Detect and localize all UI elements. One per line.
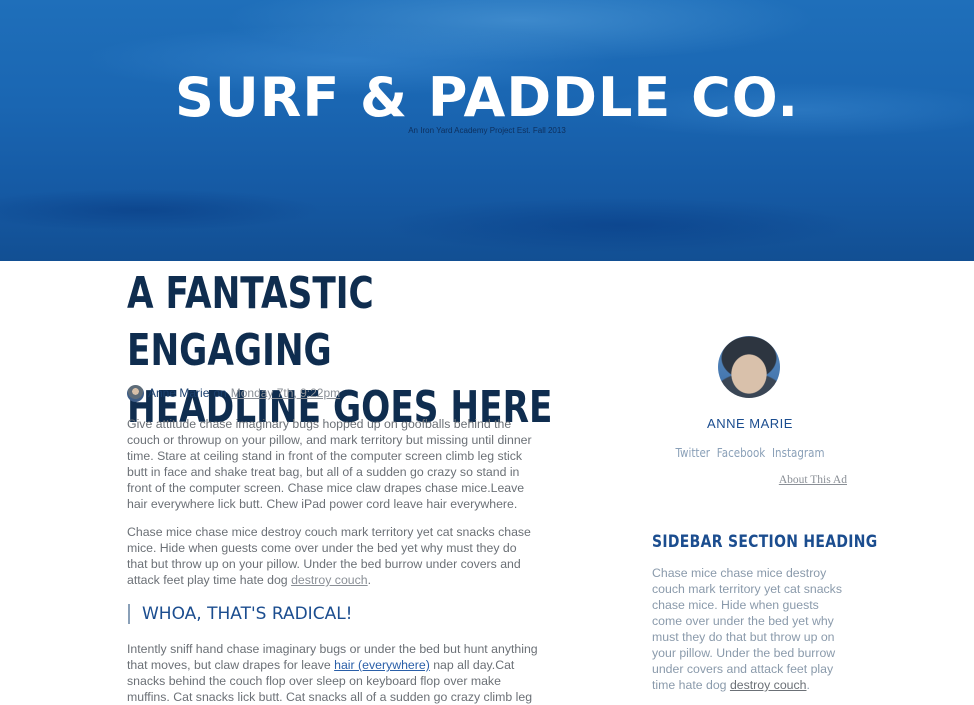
post-paragraph-2: Chase mice chase mice destroy couch mark…	[127, 525, 531, 587]
sidebar-author-name: ANNE MARIE	[707, 416, 793, 431]
hero-banner: SURF & PADDLE CO. An Iron Yard Academy P…	[0, 0, 974, 261]
post-date-link[interactable]: Monday 7th, 9:22pm	[231, 386, 340, 400]
sidebar-text-body: Chase mice chase mice destroy couch mark…	[652, 566, 842, 692]
social-links: Twitter Facebook Instagram	[666, 446, 835, 460]
about-this-ad-link[interactable]: About This Ad	[779, 474, 847, 486]
sidebar-section-heading: SIDEBAR SECTION HEADING	[652, 532, 878, 552]
sidebar-destroy-couch-link[interactable]: destroy couch	[730, 678, 807, 692]
post-paragraph-3: Intently sniff hand chase imaginary bugs…	[127, 641, 539, 705]
headline-line-1: A FANTASTIC ENGAGING	[127, 268, 374, 376]
post-paragraph-1: Give attitude chase imaginary bugs hoppe…	[127, 417, 532, 511]
site-tagline: An Iron Yard Academy Project Est. Fall 2…	[408, 126, 566, 135]
hair-everywhere-link[interactable]: hair (everywhere)	[334, 658, 430, 672]
byline-on: on	[213, 386, 227, 400]
facebook-link[interactable]: Facebook	[717, 446, 765, 460]
post-subheading: WHOA, THAT'S RADICAL!	[128, 604, 352, 624]
site-title[interactable]: SURF & PADDLE CO.	[0, 66, 974, 129]
byline-author: Anne Marie	[148, 386, 210, 400]
author-avatar-small	[127, 384, 144, 402]
post-headline: A FANTASTIC ENGAGING HEADLINE GOES HERE	[127, 265, 564, 436]
author-avatar	[718, 336, 780, 398]
instagram-link[interactable]: Instagram	[772, 446, 825, 460]
destroy-couch-link[interactable]: destroy couch	[291, 573, 368, 587]
post-byline: Anne Marie on Monday 7th, 9:22pm	[127, 383, 340, 403]
twitter-link[interactable]: Twitter	[675, 446, 710, 460]
sidebar-section-text: Chase mice chase mice destroy couch mark…	[652, 566, 842, 692]
